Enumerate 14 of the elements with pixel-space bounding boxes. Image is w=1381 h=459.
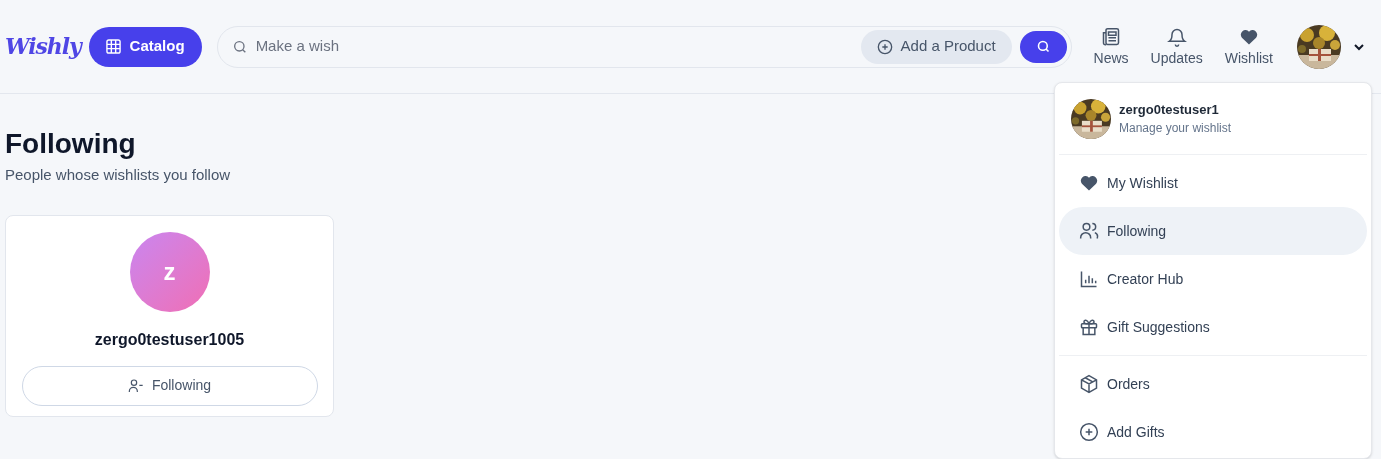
search-field[interactable]: Make a wish Add a Product (216, 25, 1072, 68)
username: zergo0testuser1005 (94, 329, 245, 350)
page-subtitle: People whose wishlists you follow (5, 165, 231, 185)
username: zergo0testuser1 (1119, 100, 1220, 119)
menu-item[interactable]: Following (1059, 207, 1367, 255)
catalog-button[interactable]: Catalog (88, 26, 202, 67)
logo[interactable]: Wishly (5, 30, 81, 63)
nav-link[interactable]: Updates (1150, 26, 1203, 67)
add-product-button[interactable]: Add a Product (860, 29, 1012, 64)
caption: Manage your wishlist (1119, 120, 1232, 138)
avatar: z (129, 231, 210, 312)
nav-link[interactable]: Wishlist (1224, 26, 1273, 67)
nav-link[interactable]: News (1093, 26, 1129, 67)
page-title: Following (5, 127, 136, 161)
